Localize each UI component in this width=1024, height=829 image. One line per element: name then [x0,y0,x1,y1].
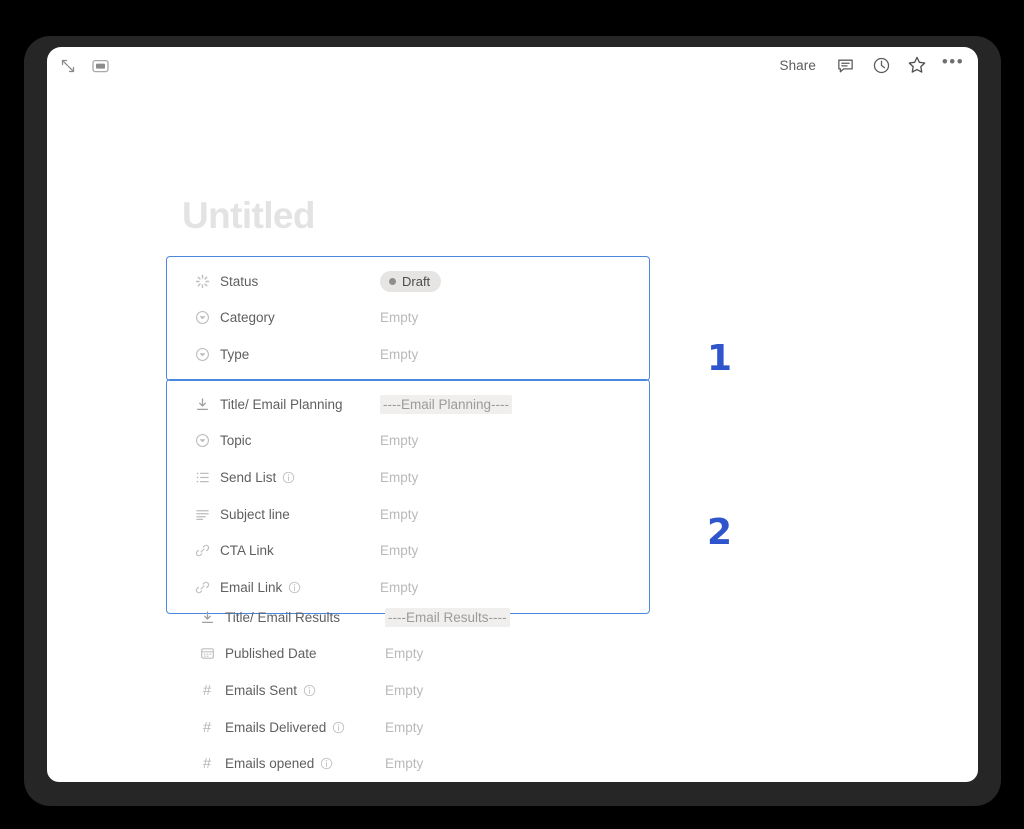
property-value-text[interactable]: ----Email Planning---- [380,394,513,414]
property-value-empty[interactable]: Empty [380,507,418,522]
property-label: Published Date [225,646,317,662]
property-label: CTA Link [220,543,274,559]
info-icon[interactable] [282,471,295,484]
app-panel: Share ••• Untitled Status Draft Category… [47,47,978,782]
property-row-title-email-planning[interactable]: Title/ Email Planning ----Email Planning… [167,386,649,423]
property-label-wrap: CTA Link [220,543,380,558]
property-value-empty[interactable]: Empty [380,433,418,448]
property-label-wrap: Category [220,310,380,325]
property-row-status[interactable]: Status Draft [167,263,649,300]
info-icon[interactable] [303,684,316,697]
status-spinner-icon [193,272,211,290]
status-dot-icon [389,277,396,285]
property-value-empty[interactable]: Empty [385,756,423,771]
expand-collapse-icon[interactable] [57,55,79,77]
property-value-empty[interactable]: Empty [380,580,418,595]
property-row-emails-sent[interactable]: # Emails Sent Empty [166,672,650,709]
top-toolbar: Share ••• [47,47,978,95]
info-icon[interactable] [332,721,345,734]
property-row-type[interactable]: Type Empty [167,336,649,373]
property-label: Title/ Email Results [225,609,341,625]
property-row-topic[interactable]: Topic Empty [167,423,649,460]
property-row-emails-opened[interactable]: # Emails opened Empty [166,745,650,782]
select-circle-chevron-icon [193,432,211,450]
number-hash-icon: # [202,681,212,699]
property-value-empty[interactable]: Empty [385,720,423,735]
property-label-wrap: Title/ Email Planning [220,397,380,412]
property-value-empty[interactable]: Empty [380,470,418,485]
link-icon [193,542,211,560]
share-button[interactable]: Share [775,56,820,75]
status-badge[interactable]: Draft [380,270,442,292]
property-label-wrap: Subject line [220,507,380,522]
property-label-wrap: Topic [220,433,380,448]
annotation-number-2: 2 [707,512,733,553]
property-label: Status [220,273,259,289]
property-label: Email Link [220,579,283,595]
property-label-wrap: Emails Sent [225,683,385,698]
property-group-status: Status Draft Category Empty Type Empty [166,256,650,381]
toolbar-right-group: Share ••• [775,53,964,76]
property-value-empty[interactable]: Empty [385,646,423,661]
property-value-empty[interactable]: Empty [380,347,418,362]
property-row-send-list[interactable]: Send List Empty [167,459,649,496]
text-lines-icon [193,505,211,523]
property-value-empty[interactable]: Empty [380,310,418,325]
property-row-subject-line[interactable]: Subject line Empty [167,496,649,533]
info-icon[interactable] [288,581,301,594]
property-label-wrap: Send List [220,470,380,485]
property-value-empty[interactable]: Empty [385,683,423,698]
toolbar-left-group [57,55,111,77]
history-icon[interactable] [870,54,892,76]
link-icon [193,578,211,596]
download-arrow-icon [198,608,216,626]
annotation-number-1: 1 [707,338,733,379]
property-row-published-date[interactable]: Published Date Empty [166,636,650,673]
property-label-wrap: Published Date [225,646,385,661]
download-arrow-icon [193,395,211,413]
property-row-category[interactable]: Category Empty [167,300,649,337]
property-group-email-planning: Title/ Email Planning ----Email Planning… [166,379,650,614]
select-circle-chevron-icon [193,309,211,327]
property-label-wrap: Title/ Email Results [225,610,385,625]
comment-icon[interactable] [834,54,856,76]
property-value-text[interactable]: ----Email Results---- [385,607,510,627]
property-row-cta-link[interactable]: CTA Link Empty [167,532,649,569]
property-label: Topic [220,433,252,449]
number-hash-icon: # [202,718,212,736]
property-label-wrap: Emails Delivered [225,720,385,735]
info-icon[interactable] [320,757,333,770]
property-value-empty[interactable]: Empty [380,543,418,558]
page-title[interactable]: Untitled [182,195,316,237]
property-label: Subject line [220,506,290,522]
property-label-wrap: Emails opened [225,756,385,771]
favorite-star-icon[interactable] [906,54,928,76]
number-hash-icon: # [202,755,212,773]
property-label-wrap: Email Link [220,580,380,595]
property-label: Emails opened [225,756,315,772]
property-group-email-results: Title/ Email Results ----Email Results--… [166,599,650,782]
property-label: Category [220,310,275,326]
property-label: Emails Sent [225,682,298,698]
bullet-list-icon [193,468,211,486]
property-label: Title/ Email Planning [220,396,343,412]
property-row-title-email-results[interactable]: Title/ Email Results ----Email Results--… [166,599,650,636]
property-row-emails-delivered[interactable]: # Emails Delivered Empty [166,709,650,746]
property-label-wrap: Status [220,274,380,289]
property-label-wrap: Type [220,347,380,362]
more-options-icon[interactable]: ••• [942,53,964,76]
property-label: Emails Delivered [225,719,327,735]
device-frame: Share ••• Untitled Status Draft Category… [24,36,1001,806]
property-label: Type [220,346,250,362]
property-label: Send List [220,469,277,485]
select-circle-chevron-icon [193,345,211,363]
sidebar-toggle-icon[interactable] [89,55,111,77]
calendar-icon [198,645,216,663]
status-badge-label: Draft [402,273,431,289]
